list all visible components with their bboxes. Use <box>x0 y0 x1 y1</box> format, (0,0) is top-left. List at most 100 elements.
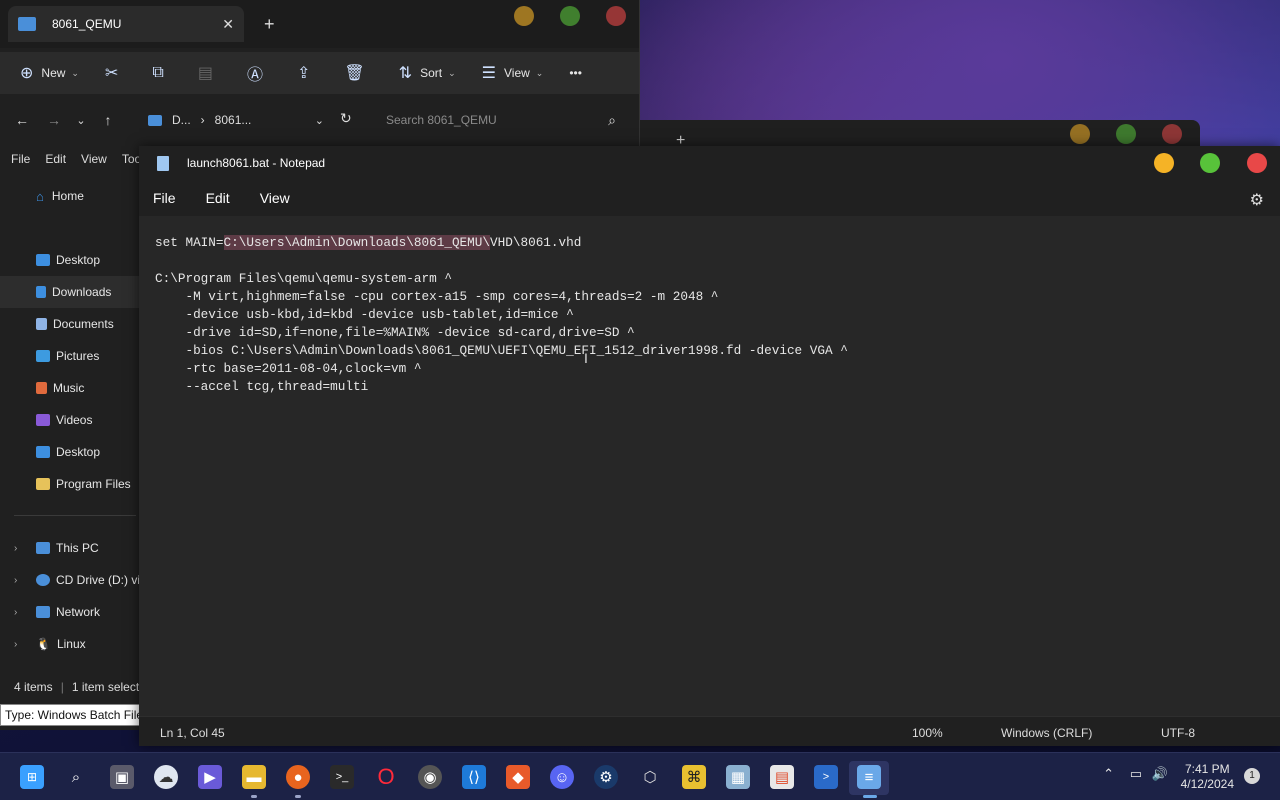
up-arrow-icon[interactable]: ↑ <box>92 112 124 128</box>
copy-button[interactable]: ⧉ <box>152 64 171 82</box>
minimize-button[interactable] <box>1070 124 1090 144</box>
new-tab-icon[interactable]: + <box>264 14 275 35</box>
delete-button[interactable]: 🗑 <box>344 63 372 83</box>
monitor-icon[interactable]: ▦ <box>726 765 750 789</box>
settings-gear-icon[interactable]: ⚙ <box>1250 190 1264 210</box>
code-line-6: -drive id=SD,if=none,file=%MAIN% -device… <box>155 325 635 340</box>
menu-view[interactable]: View <box>260 190 290 206</box>
search-icon[interactable]: ⌕ <box>64 765 88 789</box>
chevron-right-icon[interactable]: › <box>14 575 36 586</box>
notepad-titlebar[interactable]: launch8061.bat - Notepad <box>139 146 1280 180</box>
explorer-toolbar: ⊕ New ⌄ ✂ ⧉ ▤ Ⓐ ⇪ 🗑 ⇅ Sort ⌄ ☰ View ⌄ ••• <box>0 52 639 94</box>
close-button[interactable] <box>1162 124 1182 144</box>
tree-item-this-pc[interactable]: › This PC <box>0 532 140 564</box>
minimize-button[interactable] <box>514 6 534 26</box>
rename-button[interactable]: Ⓐ <box>247 61 271 85</box>
clock[interactable]: 7:41 PM 4/12/2024 <box>1181 762 1234 792</box>
notification-badge[interactable]: 1 <box>1244 768 1260 784</box>
teams-icon[interactable]: ▶ <box>198 765 222 789</box>
tree-item-network[interactable]: › Network <box>0 596 140 628</box>
breadcrumb-segment[interactable]: D... <box>172 113 191 127</box>
encoding[interactable]: UTF-8 <box>1161 726 1195 740</box>
sidebar-item-desktop[interactable]: Desktop <box>0 244 140 276</box>
close-button[interactable] <box>606 6 626 26</box>
maximize-button[interactable] <box>1200 153 1220 173</box>
line-ending[interactable]: Windows (CRLF) <box>1001 726 1092 740</box>
virtualbox-icon[interactable]: ⬡ <box>638 765 662 789</box>
powershell-icon[interactable]: > <box>814 765 838 789</box>
refresh-icon[interactable]: ↻ <box>340 110 352 127</box>
search-input[interactable]: Search 8061_QEMU ⌕ <box>372 106 626 134</box>
chevron-up-icon[interactable]: ⌃ <box>1103 766 1114 782</box>
maximize-button[interactable] <box>560 6 580 26</box>
explorer-tab[interactable]: 8061_QEMU ✕ <box>8 6 244 42</box>
tree-item-label: This PC <box>56 541 99 555</box>
discord-icon[interactable]: ☺ <box>550 765 574 789</box>
share-button[interactable]: ⇪ <box>297 63 318 83</box>
address-bar[interactable]: D... › 8061... ⌄ <box>140 106 332 134</box>
sidebar-item-home[interactable]: ⌂ Home <box>0 180 140 212</box>
tree-item-cd-drive[interactable]: › CD Drive (D:) vi <box>0 564 140 596</box>
task-view-icon[interactable]: ▣ <box>110 765 134 789</box>
chevron-right-icon[interactable]: › <box>14 639 36 650</box>
widgets-icon[interactable]: ☁ <box>154 765 178 789</box>
terminal-icon[interactable]: >_ <box>330 765 354 789</box>
music-icon <box>36 382 47 394</box>
menu-file[interactable]: File <box>11 152 30 166</box>
minimize-button[interactable] <box>1154 153 1174 173</box>
copy-icon: ⧉ <box>152 64 164 81</box>
chevron-right-icon[interactable]: › <box>14 607 36 618</box>
breadcrumb-segment[interactable]: 8061... <box>215 113 252 127</box>
tab-title: 8061_QEMU <box>52 17 122 31</box>
git-icon[interactable]: ◆ <box>506 765 530 789</box>
menu-edit[interactable]: Edit <box>45 152 66 166</box>
network-icon[interactable]: ▭ <box>1130 766 1142 782</box>
new-button[interactable]: ⊕ New ⌄ <box>20 63 79 83</box>
maximize-button[interactable] <box>1116 124 1136 144</box>
code-line-3: C:\Program Files\qemu\qemu-system-arm ^ <box>155 271 452 286</box>
sidebar-item-desktop-2[interactable]: Desktop <box>0 436 140 468</box>
start-icon[interactable]: ⊞ <box>20 765 44 789</box>
view-button[interactable]: ☰ View ⌄ <box>482 63 544 83</box>
opera-icon[interactable]: O <box>374 764 398 789</box>
close-button[interactable] <box>1247 153 1267 173</box>
back-arrow-icon[interactable]: ← <box>6 112 38 128</box>
menu-file[interactable]: File <box>153 190 176 206</box>
text-cursor-icon: I <box>584 350 588 366</box>
more-button[interactable]: ••• <box>569 66 582 80</box>
steam-icon[interactable]: ⚙ <box>594 765 618 789</box>
vscode-icon[interactable]: ⟨⟩ <box>462 765 486 789</box>
paste-button[interactable]: ▤ <box>198 63 221 83</box>
sidebar-item-downloads[interactable]: Downloads <box>0 276 140 308</box>
chevron-right-icon[interactable]: › <box>14 543 36 554</box>
notepad-icon[interactable]: ≡ <box>857 765 881 789</box>
archive-icon[interactable]: ⌘ <box>682 765 706 789</box>
menu-edit[interactable]: Edit <box>206 190 230 206</box>
cut-button[interactable]: ✂ <box>105 63 126 83</box>
recent-locations-icon[interactable]: ⌄ <box>70 114 92 127</box>
firefox-icon[interactable]: ● <box>286 765 310 789</box>
search-placeholder: Search 8061_QEMU <box>386 113 497 127</box>
close-tab-icon[interactable]: ✕ <box>222 16 234 33</box>
text-editor[interactable]: set MAIN=C:\Users\Admin\Downloads\8061_Q… <box>139 218 1280 708</box>
obs-icon[interactable]: ◉ <box>418 765 442 789</box>
sidebar-item-videos[interactable]: Videos <box>0 404 140 436</box>
zoom-level[interactable]: 100% <box>912 726 943 740</box>
sidebar-item-music[interactable]: Music <box>0 372 140 404</box>
sidebar-item-pictures[interactable]: Pictures <box>0 340 140 372</box>
sidebar-item-documents[interactable]: Documents <box>0 308 140 340</box>
chevron-down-icon[interactable]: ⌄ <box>315 114 324 127</box>
volume-icon[interactable]: 🔊 <box>1152 766 1168 782</box>
videos-icon <box>36 414 50 426</box>
chevron-down-icon: ⌄ <box>448 67 456 78</box>
menu-view[interactable]: View <box>81 152 107 166</box>
file-type-tooltip: Type: Windows Batch File, <box>0 704 152 726</box>
store-icon[interactable]: ▤ <box>770 765 794 789</box>
sort-label: Sort <box>420 66 443 80</box>
search-icon[interactable]: ⌕ <box>608 112 616 129</box>
file-explorer-icon[interactable]: ▬ <box>242 765 266 789</box>
sidebar-item-program-files[interactable]: Program Files <box>0 468 140 500</box>
forward-arrow-icon[interactable]: → <box>38 112 70 128</box>
sort-button[interactable]: ⇅ Sort ⌄ <box>399 63 456 83</box>
tree-item-linux[interactable]: › 🐧 Linux <box>0 628 140 660</box>
